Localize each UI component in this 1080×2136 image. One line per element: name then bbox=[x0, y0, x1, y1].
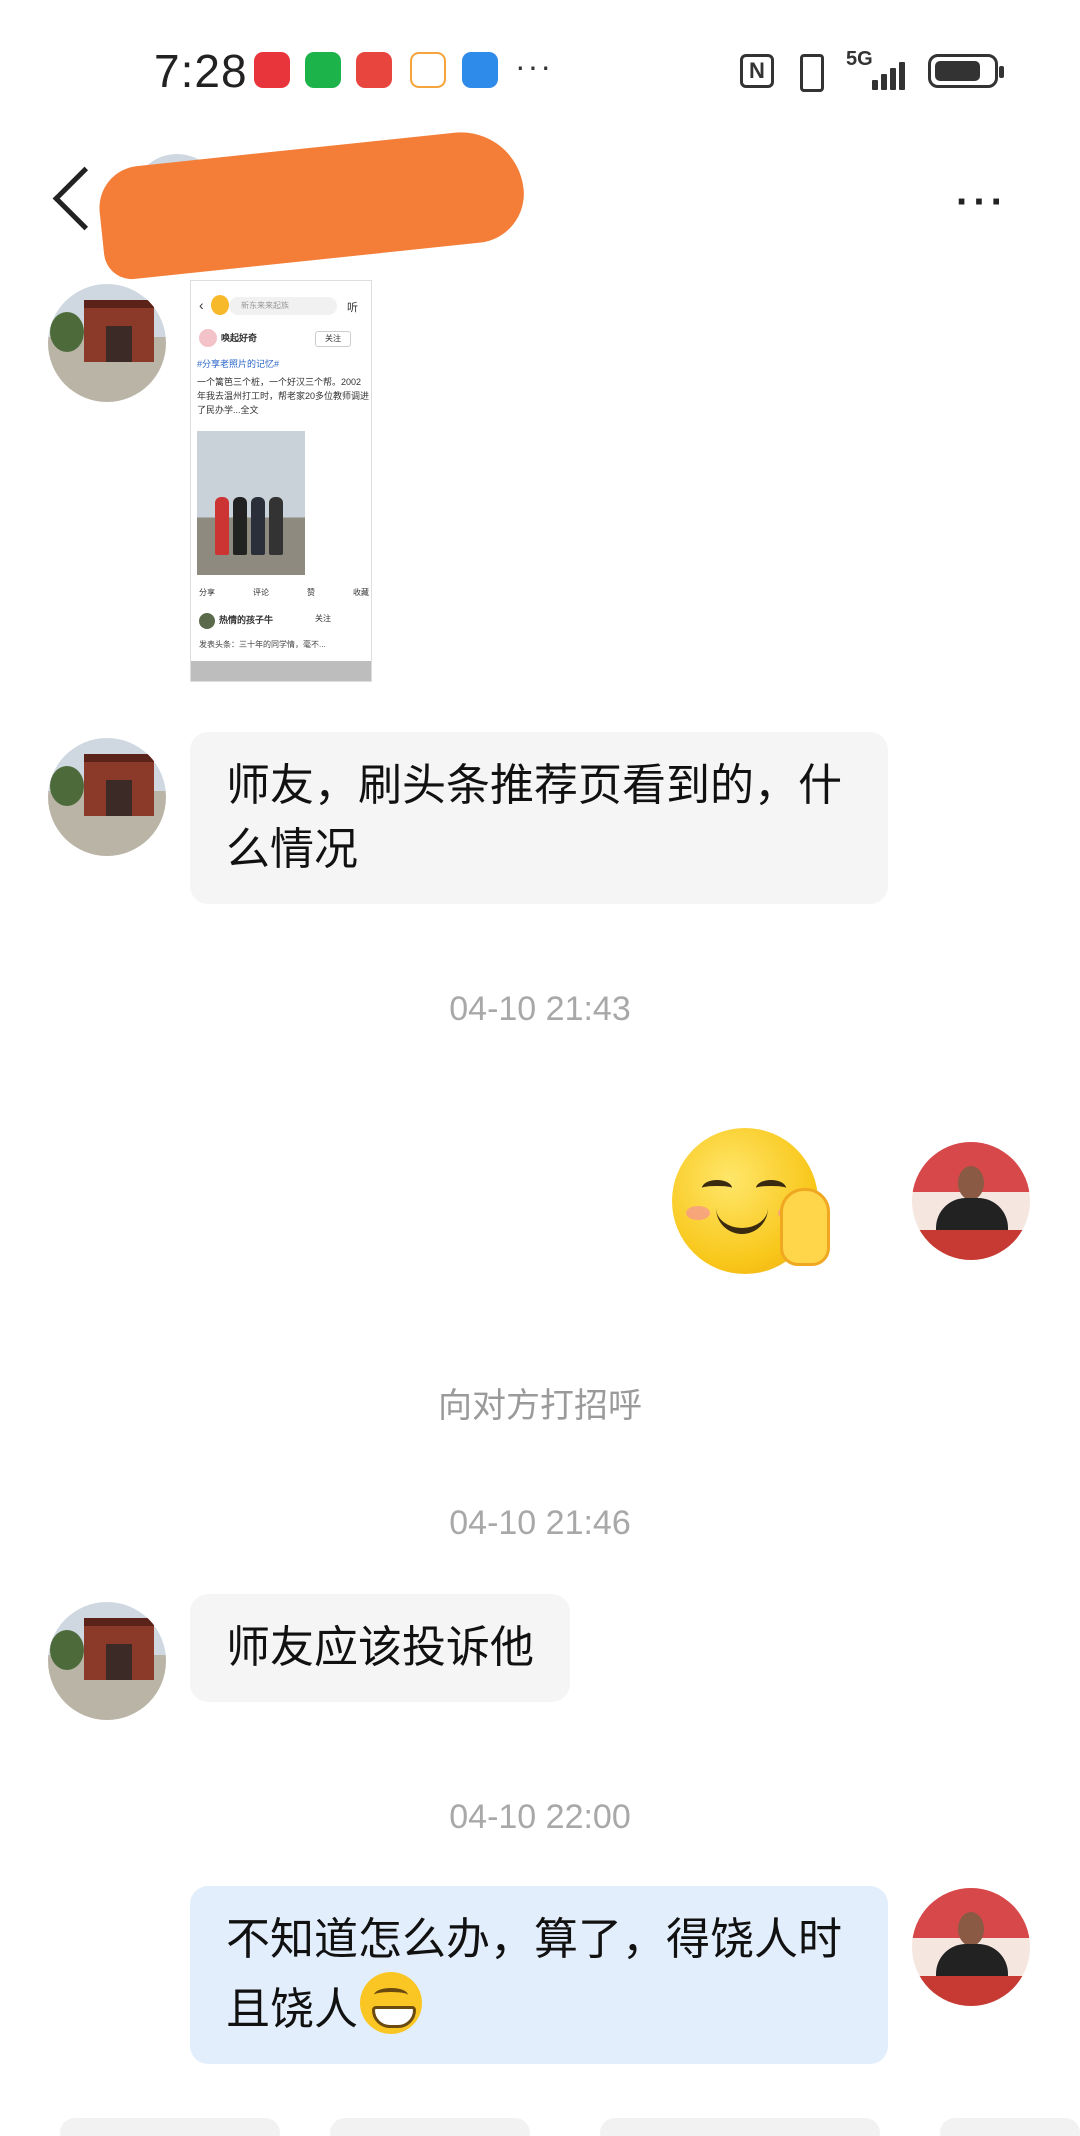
message-timestamp: 04-10 21:46 bbox=[449, 1504, 631, 1542]
book-app-icon bbox=[254, 52, 290, 88]
favorite-action: 收藏 bbox=[353, 588, 369, 597]
contact-avatar[interactable] bbox=[48, 284, 166, 402]
redacted-contact-name bbox=[95, 126, 529, 282]
search-input: 新东来来起族 bbox=[229, 297, 337, 315]
smile-wave-emoji[interactable] bbox=[672, 1128, 830, 1274]
status-bar: 7:28 ··· N 5G bbox=[0, 0, 1080, 140]
quick-reply-bar bbox=[0, 2118, 1080, 2136]
message-timestamp: 04-10 21:43 bbox=[449, 990, 631, 1028]
quick-reply-chip[interactable] bbox=[330, 2118, 530, 2136]
message-text: 师友应该投诉他 bbox=[226, 1623, 534, 1672]
comment-action: 评论 bbox=[253, 588, 269, 597]
comment-author: 热情的孩子牛 bbox=[219, 615, 274, 625]
post-actions: 分享 评论 赞 收藏 bbox=[199, 587, 369, 598]
post-photo bbox=[197, 431, 305, 575]
contact-avatar[interactable] bbox=[48, 738, 166, 856]
network-type: 5G bbox=[846, 48, 873, 70]
message-bubble-outgoing[interactable]: 不知道怎么办，算了，得饶人时且饶人 bbox=[190, 1886, 888, 2064]
chat-header: ··· bbox=[0, 126, 1080, 282]
message-text: 师友，刷头条推荐页看到的，什么情况 bbox=[226, 761, 842, 874]
like-action: 赞 bbox=[307, 588, 315, 597]
quick-reply-chip[interactable] bbox=[60, 2118, 280, 2136]
back-arrow-icon: ‹ bbox=[199, 297, 204, 313]
more-notifications-icon: ··· bbox=[515, 48, 553, 84]
quick-reply-chip[interactable] bbox=[940, 2118, 1080, 2136]
back-arrow-icon[interactable] bbox=[48, 162, 98, 238]
quick-reply-chip[interactable] bbox=[600, 2118, 880, 2136]
my-avatar[interactable] bbox=[912, 1142, 1030, 1260]
shared-screenshot-image[interactable]: ‹ 新东来来起族 听 唤起好奇 关注 #分享老照片的记忆# 一个篱笆三个桩，一个… bbox=[190, 280, 372, 682]
message-text: 不知道怎么办，算了，得饶人时且饶人 bbox=[226, 1915, 842, 2034]
my-avatar[interactable] bbox=[912, 1888, 1030, 2006]
nfc-icon: N bbox=[740, 54, 774, 88]
waving-hand-icon bbox=[780, 1188, 830, 1266]
wechat-icon bbox=[305, 52, 341, 88]
grin-emoji-icon bbox=[360, 1972, 422, 2034]
status-time: 7:28 bbox=[154, 45, 248, 97]
listen-label: 听 bbox=[347, 302, 358, 314]
weather-icon bbox=[462, 52, 498, 88]
follow-button: 关注 bbox=[315, 614, 331, 623]
share-action: 分享 bbox=[199, 588, 215, 597]
signal-strength-icon bbox=[872, 54, 912, 90]
avatar bbox=[199, 613, 215, 629]
huawei-store-icon bbox=[356, 52, 392, 88]
post-author: 唤起好奇 bbox=[221, 333, 258, 343]
message-bubble-incoming[interactable]: 师友应该投诉他 bbox=[190, 1594, 570, 1702]
mascot-app-icon bbox=[410, 52, 446, 88]
system-message: 向对方打招呼 bbox=[438, 1387, 642, 1425]
message-bubble-incoming[interactable]: 师友，刷头条推荐页看到的，什么情况 bbox=[190, 732, 888, 904]
app-logo-icon bbox=[211, 295, 229, 315]
navigation-bar bbox=[191, 661, 371, 681]
avatar bbox=[199, 329, 217, 347]
vibrate-icon bbox=[790, 52, 828, 92]
post-hashtag: #分享老照片的记忆# bbox=[197, 359, 280, 369]
message-timestamp: 04-10 22:00 bbox=[449, 1798, 631, 1836]
battery-icon bbox=[928, 54, 1004, 88]
contact-avatar[interactable] bbox=[48, 1602, 166, 1720]
comment-text: 发表头条：三十年的同学情，毫不... bbox=[199, 640, 326, 649]
post-text: 一个篱笆三个桩，一个好汉三个帮。2002年我去温州打工时，帮老家20多位教师调进… bbox=[197, 377, 370, 415]
follow-button: 关注 bbox=[315, 331, 351, 347]
battery-level bbox=[935, 61, 980, 81]
more-options-button[interactable]: ··· bbox=[956, 180, 1008, 225]
